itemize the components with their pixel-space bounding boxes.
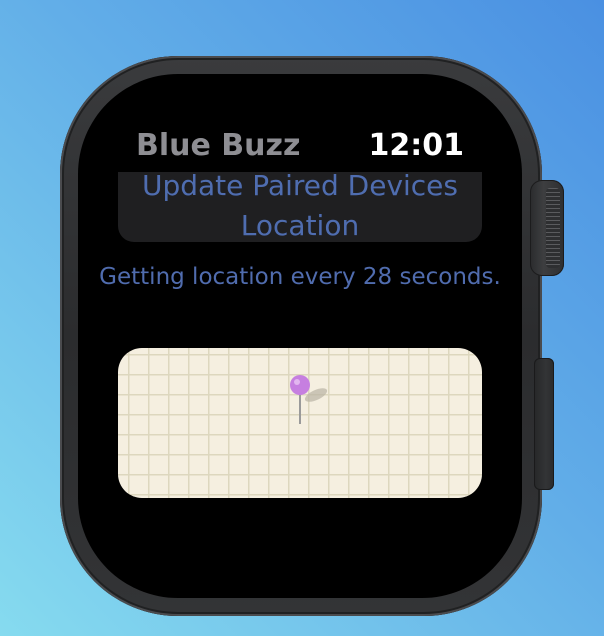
side-button[interactable]	[534, 358, 554, 490]
location-map[interactable]	[118, 348, 482, 498]
digital-crown[interactable]	[530, 180, 564, 276]
update-location-button[interactable]: Update Paired Devices Location	[118, 172, 482, 242]
clock: 12:01	[368, 128, 465, 163]
update-location-button-label: Update Paired Devices Location	[141, 172, 458, 242]
watch-screen: Blue Buzz 12:01 Update Paired Devices Lo…	[78, 74, 522, 598]
crown-ridges	[546, 188, 560, 268]
status-bar: Blue Buzz 12:01	[78, 126, 522, 166]
location-status-text: Getting location every 28 seconds.	[99, 264, 501, 290]
map-pin-icon	[290, 375, 310, 424]
app-title: Blue Buzz	[136, 128, 301, 163]
